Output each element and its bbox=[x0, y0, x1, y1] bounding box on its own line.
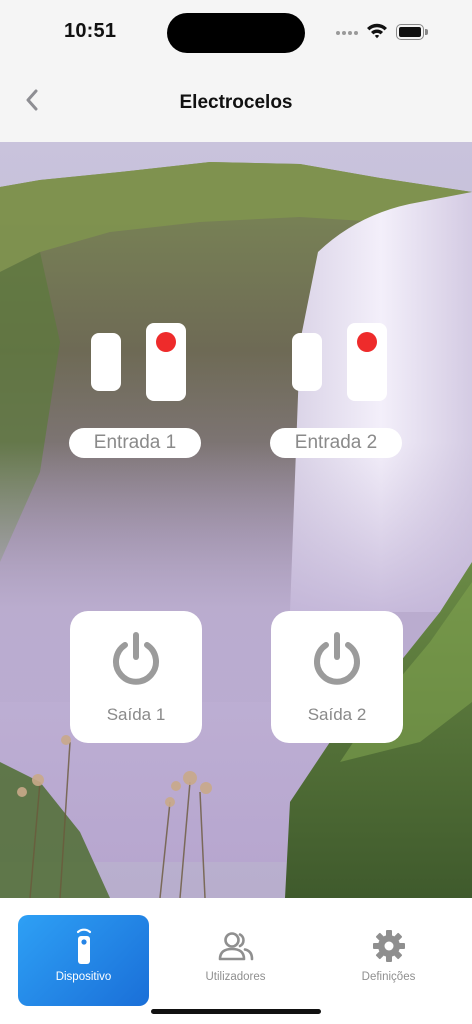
gear-icon bbox=[323, 927, 454, 963]
nav-item-dispositivo[interactable]: Dispositivo bbox=[18, 915, 149, 1006]
bottom-nav: Dispositivo Utilizadores Definições bbox=[0, 898, 472, 1024]
power-icon bbox=[309, 631, 365, 692]
nav-label-definicoes: Definições bbox=[361, 971, 416, 983]
input-indicator-2 bbox=[292, 323, 387, 401]
status-bar: 10:51 bbox=[0, 0, 472, 64]
input-1-label: Entrada 1 bbox=[69, 428, 201, 458]
input-indicator-1 bbox=[91, 323, 186, 401]
output-2-button[interactable]: Saída 2 bbox=[271, 611, 403, 743]
signal-dots-icon bbox=[336, 29, 360, 37]
input-2-active-slot bbox=[347, 323, 387, 401]
app-header: Electrocelos bbox=[0, 64, 472, 142]
input-1-status-dot bbox=[156, 332, 176, 352]
nav-label-utilizadores: Utilizadores bbox=[205, 971, 266, 983]
nav-item-definicoes[interactable]: Definições bbox=[323, 915, 454, 1006]
dynamic-island bbox=[167, 13, 305, 53]
input-2-status-dot bbox=[357, 332, 377, 352]
input-2-inactive-slot bbox=[292, 333, 322, 391]
home-indicator bbox=[151, 1009, 321, 1014]
input-1-inactive-slot bbox=[91, 333, 121, 391]
background-image bbox=[0, 142, 472, 898]
input-1-active-slot bbox=[146, 323, 186, 401]
output-1-button[interactable]: Saída 1 bbox=[70, 611, 202, 743]
wifi-icon bbox=[366, 22, 388, 45]
power-icon bbox=[108, 631, 164, 692]
status-time: 10:51 bbox=[64, 20, 117, 42]
remote-control-icon bbox=[18, 927, 149, 965]
output-1-label: Saída 1 bbox=[106, 705, 166, 724]
nav-label-dispositivo: Dispositivo bbox=[55, 971, 112, 983]
battery-icon bbox=[396, 24, 428, 40]
nav-item-utilizadores[interactable]: Utilizadores bbox=[170, 915, 301, 1006]
page-title: Electrocelos bbox=[179, 92, 293, 113]
output-2-label: Saída 2 bbox=[307, 705, 367, 724]
users-icon bbox=[170, 927, 301, 963]
input-2-label: Entrada 2 bbox=[270, 428, 402, 458]
